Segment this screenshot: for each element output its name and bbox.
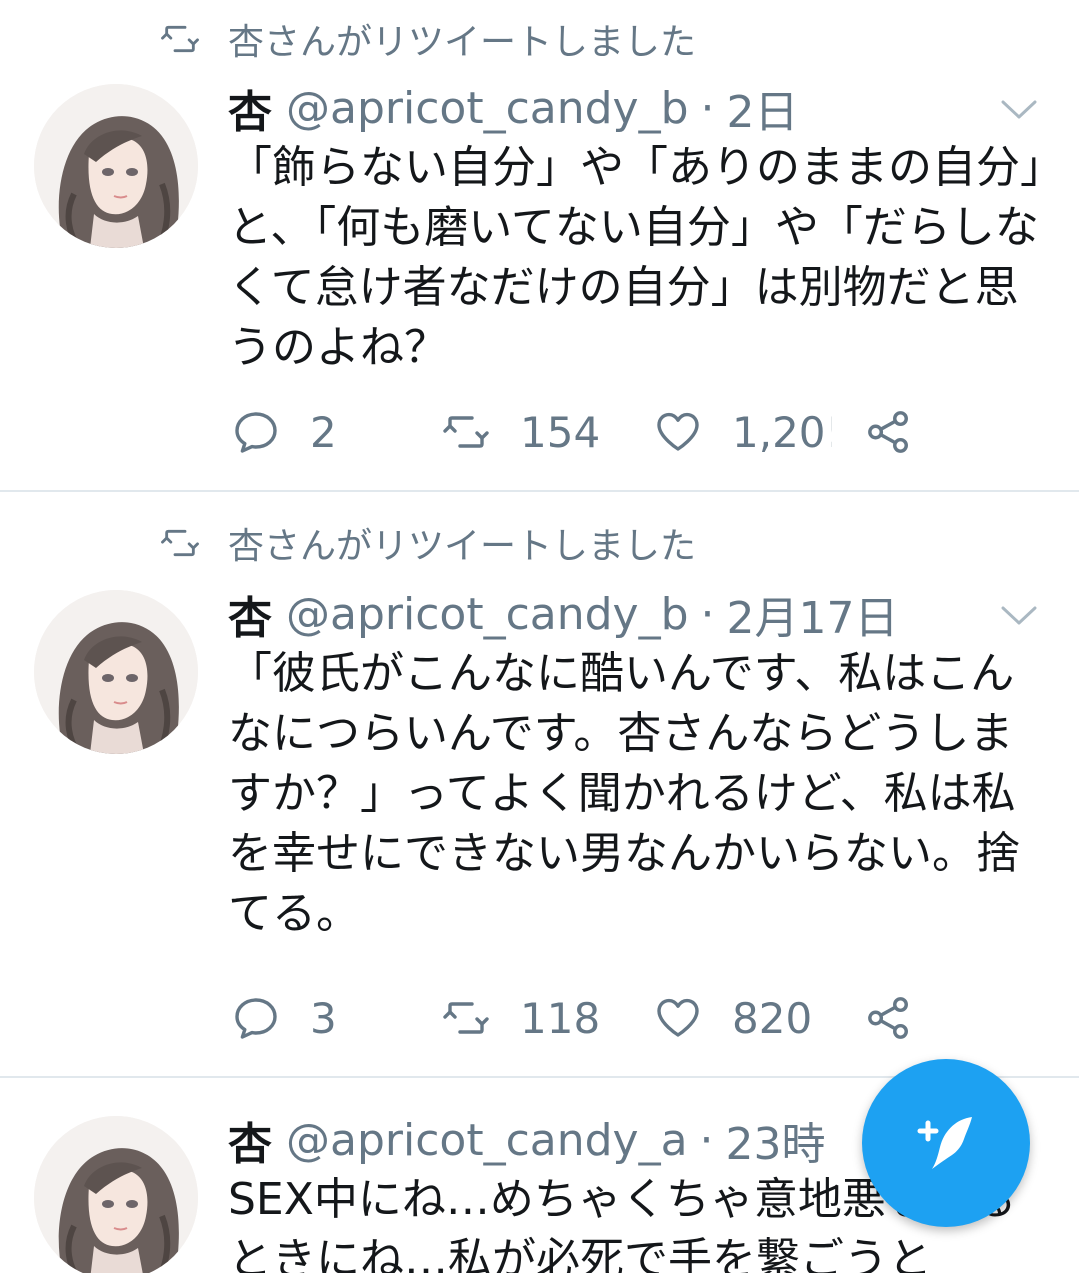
user-handle[interactable]: @apricot_candy_b xyxy=(286,83,689,134)
heart-icon xyxy=(654,994,702,1042)
reply-button[interactable]: 3 xyxy=(232,988,337,1048)
tweet-text: 「彼氏がこんなに酷いんです、私はこんなにつらいんです。杏さんならどうしますか？」… xyxy=(228,648,1020,939)
retweet-count: 154 xyxy=(520,407,601,457)
retweet-context: 杏さんがリツイートしました xyxy=(160,518,696,568)
avatar[interactable] xyxy=(34,1116,198,1273)
heart-icon xyxy=(654,408,702,456)
retweet-label: 杏さんがリツイートしました xyxy=(228,526,697,567)
compose-tweet-button[interactable] xyxy=(862,1059,1030,1227)
retweet-label: 杏さんがリツイートしました xyxy=(228,22,697,63)
timestamp[interactable]: 23時 xyxy=(726,1108,826,1172)
retweet-button[interactable]: 118 xyxy=(442,988,600,1048)
like-count: 1,20! xyxy=(732,407,832,457)
compose-tweet-icon xyxy=(917,1117,972,1169)
tweet-text: 「飾らない自分」や「ありのままの自分」と、「何も磨いてない自分」や「だらしなくて… xyxy=(228,142,1042,373)
retweet-icon xyxy=(160,523,200,563)
chevron-down-icon[interactable] xyxy=(1000,98,1038,122)
like-button[interactable]: 1,20! xyxy=(654,402,832,462)
retweet-icon xyxy=(442,994,490,1042)
reply-button[interactable]: 2 xyxy=(232,402,337,462)
timestamp[interactable]: 2月17日 xyxy=(727,582,899,646)
retweet-icon xyxy=(442,408,490,456)
timestamp[interactable]: 2日 xyxy=(727,76,799,140)
user-handle[interactable]: @apricot_candy_b xyxy=(286,589,689,640)
avatar[interactable] xyxy=(34,84,198,248)
tweet-header: 杏 @apricot_candy_b · 2月17日 xyxy=(228,582,899,646)
reply-count: 2 xyxy=(310,407,337,457)
tweet[interactable]: 杏さんがリツイートしました 杏 @apricot_candy_b · 2月17日… xyxy=(0,492,1079,1078)
like-button[interactable]: 820 xyxy=(654,988,812,1048)
retweet-button[interactable]: 154 xyxy=(442,402,600,462)
share-icon[interactable] xyxy=(866,994,912,1042)
user-handle[interactable]: @apricot_candy_a xyxy=(286,1115,688,1166)
separator-dot: · xyxy=(699,1114,714,1166)
tweet-actions: 2 154 1,20! xyxy=(232,402,1012,462)
share-icon[interactable] xyxy=(866,408,912,456)
tweet-header: 杏 @apricot_candy_b · 2日 xyxy=(228,76,799,140)
reply-icon xyxy=(232,994,280,1042)
reply-icon xyxy=(232,408,280,456)
chevron-down-icon[interactable] xyxy=(1000,604,1038,628)
display-name[interactable]: 杏 xyxy=(228,582,272,646)
like-count: 820 xyxy=(732,993,813,1043)
reply-count: 3 xyxy=(310,993,337,1043)
tweet-actions: 3 118 820 xyxy=(232,988,1012,1048)
tweet[interactable]: 杏さんがリツイートしました 杏 @apricot_candy_b · 2日 「飾… xyxy=(0,0,1079,492)
tweet-header: 杏 @apricot_candy_a · 23時 xyxy=(228,1108,826,1172)
separator-dot: · xyxy=(700,588,715,640)
retweet-icon xyxy=(160,19,200,59)
display-name[interactable]: 杏 xyxy=(228,1108,272,1172)
avatar[interactable] xyxy=(34,590,198,754)
display-name[interactable]: 杏 xyxy=(228,76,272,140)
retweet-context: 杏さんがリツイートしました xyxy=(160,14,696,64)
separator-dot: · xyxy=(700,82,715,134)
retweet-count: 118 xyxy=(520,993,601,1043)
